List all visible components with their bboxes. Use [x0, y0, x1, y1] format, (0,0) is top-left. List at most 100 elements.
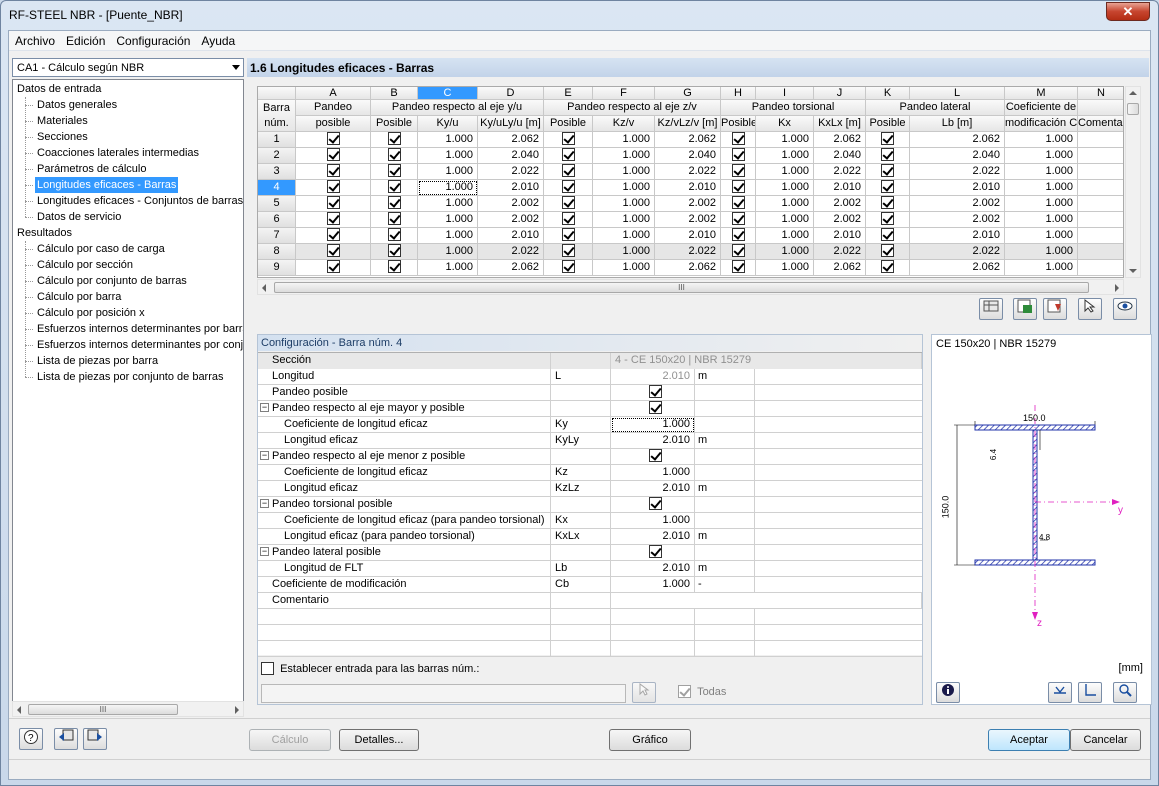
- row-number[interactable]: 7: [258, 228, 296, 244]
- grid-value-cell[interactable]: 2.040: [814, 148, 866, 164]
- tree-root-results[interactable]: Resultados: [17, 225, 72, 241]
- grid-checkbox-cell[interactable]: [721, 212, 756, 228]
- checkbox[interactable]: [731, 180, 745, 193]
- tree-item[interactable]: Secciones: [37, 129, 88, 145]
- checkbox[interactable]: [731, 212, 745, 225]
- grid-value-cell[interactable]: 2.022: [478, 164, 544, 180]
- tree-item[interactable]: Parámetros de cálculo: [37, 161, 146, 177]
- grid-value-cell[interactable]: 1.000: [593, 180, 655, 196]
- grid-checkbox-cell[interactable]: [721, 148, 756, 164]
- grid-checkbox-cell[interactable]: [371, 244, 418, 260]
- grid-value-cell[interactable]: 1.000: [593, 164, 655, 180]
- grid-value-cell[interactable]: 1.000: [418, 196, 478, 212]
- menu-configuracion[interactable]: Configuración: [110, 31, 195, 48]
- config-value[interactable]: 1.000: [611, 417, 695, 433]
- grid-checkbox-cell[interactable]: [721, 180, 756, 196]
- grid-value-cell[interactable]: 1.000: [593, 212, 655, 228]
- grid-value-cell[interactable]: 1.000: [1005, 228, 1078, 244]
- checkbox[interactable]: [881, 148, 894, 161]
- menu-ayuda[interactable]: Ayuda: [195, 31, 240, 48]
- config-value[interactable]: 2.010: [611, 561, 695, 577]
- grid-checkbox-cell[interactable]: [866, 164, 910, 180]
- grid-value-cell[interactable]: 1.000: [1005, 196, 1078, 212]
- grid-value-cell[interactable]: 2.002: [655, 212, 721, 228]
- pick-member-button[interactable]: [1078, 298, 1102, 320]
- grid-checkbox-cell[interactable]: [544, 228, 593, 244]
- column-letter[interactable]: J: [814, 87, 866, 100]
- grid-value-cell[interactable]: 1.000: [593, 228, 655, 244]
- grid-value-cell[interactable]: 1.000: [756, 180, 814, 196]
- config-value[interactable]: [611, 400, 695, 417]
- section-value[interactable]: 4 - CE 150x20 | NBR 15279: [611, 353, 922, 369]
- scroll-left-icon[interactable]: [17, 706, 21, 714]
- config-value[interactable]: [611, 496, 695, 513]
- checkbox[interactable]: [649, 448, 662, 462]
- scroll-right-icon[interactable]: [235, 706, 239, 714]
- row-number[interactable]: 3: [258, 164, 296, 180]
- tree-item[interactable]: Esfuerzos internos determinantes por bar…: [37, 321, 243, 337]
- column-letter[interactable]: L: [910, 87, 1005, 100]
- grid-checkbox-cell[interactable]: [296, 244, 371, 260]
- grid-checkbox-cell[interactable]: [296, 132, 371, 148]
- tree-item[interactable]: Materiales: [37, 113, 88, 129]
- row-number[interactable]: 2: [258, 148, 296, 164]
- zoom-button[interactable]: [1113, 682, 1137, 703]
- column-letter[interactable]: C: [418, 87, 478, 100]
- checkbox[interactable]: [561, 164, 575, 177]
- config-value[interactable]: 2.010: [611, 481, 695, 497]
- tree-item[interactable]: Lista de piezas por conjunto de barras: [37, 369, 224, 385]
- row-number[interactable]: 8: [258, 244, 296, 260]
- grid-checkbox-cell[interactable]: [721, 260, 756, 276]
- grid-value-cell[interactable]: 1.000: [593, 148, 655, 164]
- grid-value-cell[interactable]: 1.000: [756, 260, 814, 276]
- column-letter[interactable]: D: [478, 87, 544, 100]
- grid-value-cell[interactable]: 2.062: [478, 260, 544, 276]
- grid-checkbox-cell[interactable]: [544, 196, 593, 212]
- grid-value-cell[interactable]: 2.002: [478, 196, 544, 212]
- scroll-up-icon[interactable]: [1129, 91, 1137, 95]
- grid-value-cell[interactable]: 2.002: [655, 196, 721, 212]
- menu-edicion[interactable]: Edición: [60, 31, 110, 48]
- row-number[interactable]: 1: [258, 132, 296, 148]
- grid-value-cell[interactable]: 1.000: [1005, 180, 1078, 196]
- grid-value-cell[interactable]: 1.000: [418, 244, 478, 260]
- previous-button[interactable]: [54, 728, 78, 750]
- column-letter[interactable]: F: [593, 87, 655, 100]
- grid-value-cell[interactable]: 2.022: [814, 244, 866, 260]
- tree-root-input[interactable]: Datos de entrada: [17, 81, 101, 97]
- grid-comment-cell[interactable]: [1078, 244, 1123, 260]
- grid-value-cell[interactable]: 1.000: [418, 180, 478, 196]
- grid-value-cell[interactable]: 1.000: [756, 244, 814, 260]
- checkbox[interactable]: [649, 496, 662, 510]
- checkbox[interactable]: [881, 244, 894, 257]
- tree-item[interactable]: Cálculo por barra: [37, 289, 121, 305]
- grid-value-cell[interactable]: 2.002: [910, 196, 1005, 212]
- grid-comment-cell[interactable]: [1078, 260, 1123, 276]
- grid-value-cell[interactable]: 2.010: [910, 180, 1005, 196]
- checkbox[interactable]: [387, 260, 401, 273]
- grid-value-cell[interactable]: 2.062: [655, 132, 721, 148]
- calc-button[interactable]: Cálculo: [249, 729, 331, 751]
- grid-checkbox-cell[interactable]: [371, 212, 418, 228]
- row-number[interactable]: 6: [258, 212, 296, 228]
- grid-value-cell[interactable]: 1.000: [1005, 244, 1078, 260]
- grid-checkbox-cell[interactable]: [371, 196, 418, 212]
- grid-checkbox-cell[interactable]: [544, 180, 593, 196]
- grid-value-cell[interactable]: 2.010: [910, 228, 1005, 244]
- grid-checkbox-cell[interactable]: [866, 244, 910, 260]
- scroll-left-icon[interactable]: [262, 284, 266, 292]
- tree-item[interactable]: Longitudes eficaces - Barras: [35, 177, 179, 193]
- grid-value-cell[interactable]: 1.000: [756, 148, 814, 164]
- grid-checkbox-cell[interactable]: [296, 148, 371, 164]
- pick-members-button[interactable]: [632, 682, 656, 703]
- next-button[interactable]: [83, 728, 107, 750]
- grid-checkbox-cell[interactable]: [544, 164, 593, 180]
- grid-value-cell[interactable]: 2.010: [655, 228, 721, 244]
- checkbox[interactable]: [561, 148, 575, 161]
- column-letter[interactable]: N: [1078, 87, 1123, 100]
- grid-value-cell[interactable]: 2.002: [910, 212, 1005, 228]
- grid-value-cell[interactable]: 2.022: [910, 164, 1005, 180]
- grid-value-cell[interactable]: 1.000: [418, 260, 478, 276]
- grid-value-cell[interactable]: 1.000: [756, 228, 814, 244]
- grid-value-cell[interactable]: 1.000: [1005, 132, 1078, 148]
